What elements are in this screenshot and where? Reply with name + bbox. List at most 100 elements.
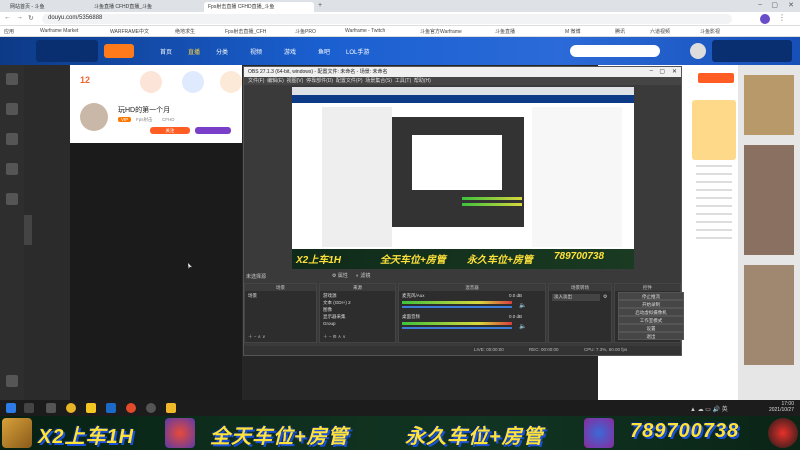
bookmark[interactable]: 斗鱼官方Warframe: [420, 28, 462, 35]
settings-icon[interactable]: [6, 375, 18, 387]
browser-tab[interactable]: 网站首页 - 斗鱼: [6, 2, 86, 12]
rank-icon[interactable]: [182, 71, 204, 93]
user-avatar[interactable]: [690, 43, 706, 59]
add-scene-button[interactable]: ＋ − ∧ ∨: [248, 334, 265, 340]
volume-slider[interactable]: [402, 306, 512, 308]
task-view-icon[interactable]: [46, 403, 56, 413]
obs-preview[interactable]: [292, 87, 634, 267]
nav-live[interactable]: 直播: [188, 47, 200, 56]
window-minimize-icon[interactable]: –: [758, 1, 762, 8]
bookmark[interactable]: 腾讯: [615, 28, 625, 35]
source-item[interactable]: 文本 (GDI+) 2: [323, 300, 351, 306]
properties-button[interactable]: ⚙ 属性: [332, 272, 348, 279]
nav-lol-mobile[interactable]: LOL手游: [346, 47, 369, 56]
scene-item[interactable]: 场景: [248, 293, 257, 299]
nav-video[interactable]: 视频: [250, 47, 262, 56]
start-icon[interactable]: [6, 403, 16, 413]
site-logo[interactable]: [104, 44, 134, 58]
studio-mode-button[interactable]: 工作室模式: [618, 316, 684, 324]
filters-button[interactable]: ◐ 滤镜: [356, 272, 370, 279]
bookmark[interactable]: Warframe Market: [40, 28, 78, 34]
app-icon[interactable]: [86, 403, 96, 413]
gift-icon[interactable]: [220, 71, 242, 93]
source-item[interactable]: 游戏源: [323, 293, 337, 299]
source-item[interactable]: 显示器采集: [323, 314, 346, 320]
system-tray-icons[interactable]: ▲ ☁ ▭ 🔊 英: [690, 404, 728, 413]
add-source-button[interactable]: ＋ − ⚙ ∧ ∨: [323, 334, 346, 340]
bookmark[interactable]: Fps射击直播_CFH: [225, 28, 266, 35]
home-icon[interactable]: [6, 73, 18, 85]
follow-button[interactable]: 关注: [150, 127, 190, 134]
back-icon[interactable]: ←: [4, 14, 11, 21]
bookmark[interactable]: 应用: [4, 28, 14, 35]
ad-image[interactable]: [744, 145, 794, 255]
nav-category[interactable]: 分类: [216, 47, 228, 56]
virtual-camera-button[interactable]: 启动虚拟摄像机: [618, 308, 684, 316]
obs-menu-item[interactable]: 帮助(H): [414, 78, 431, 84]
pc-client-button[interactable]: [698, 73, 734, 83]
obs-menu-item[interactable]: 工具(T): [395, 78, 411, 84]
bookmark[interactable]: Warframe - Twitch: [345, 28, 385, 34]
stop-streaming-button[interactable]: 停止推流: [618, 292, 684, 300]
avatar[interactable]: [760, 14, 770, 24]
exit-button[interactable]: 退出: [618, 332, 684, 340]
transition-gear-icon[interactable]: ⚙: [603, 294, 607, 300]
app-icon[interactable]: [166, 403, 176, 413]
obs-close-icon[interactable]: ✕: [672, 68, 677, 75]
event-banner[interactable]: [692, 100, 736, 160]
obs-menu-item[interactable]: 视图(V): [287, 78, 304, 84]
source-item[interactable]: 图像: [323, 307, 332, 313]
menu-icon[interactable]: ⋮: [778, 13, 786, 22]
obs-menu-item[interactable]: 场景集合(S): [365, 78, 392, 84]
category-icon[interactable]: [6, 133, 18, 145]
follow-icon[interactable]: [6, 103, 18, 115]
site-search-input[interactable]: [570, 45, 660, 57]
activity-icon[interactable]: [140, 71, 162, 93]
obs-minimize-icon[interactable]: –: [650, 68, 653, 74]
chrome-icon[interactable]: [66, 403, 76, 413]
new-tab-button[interactable]: +: [318, 2, 322, 9]
speaker-icon[interactable]: 🔈: [519, 323, 526, 330]
ad-image[interactable]: [744, 75, 794, 135]
bookmark[interactable]: M 微博: [565, 28, 581, 35]
bookmark[interactable]: 六道视频: [650, 28, 670, 35]
bookmark[interactable]: 斗鱼影视: [700, 28, 720, 35]
nav-home[interactable]: 首页: [160, 47, 172, 56]
reload-icon[interactable]: ↻: [28, 14, 34, 22]
ad-image[interactable]: [744, 265, 794, 365]
video-icon[interactable]: [6, 193, 18, 205]
bookmark[interactable]: 绝地求生: [175, 28, 195, 35]
site-promo-banner[interactable]: [36, 40, 98, 62]
streamer-avatar[interactable]: [80, 103, 108, 131]
search-icon[interactable]: [24, 403, 34, 413]
source-item[interactable]: Group: [323, 321, 336, 326]
forward-icon[interactable]: →: [16, 14, 23, 21]
obs-menu-item[interactable]: 停靠部件(D): [306, 78, 333, 84]
browser-tab-active[interactable]: Fps射击直播 CFHD直播_斗鱼: [204, 2, 314, 12]
bookmark[interactable]: WARFRAME中文: [110, 28, 149, 35]
obs-menu-item[interactable]: 文件(F): [248, 78, 264, 84]
url-input[interactable]: douyu.com/5356888: [42, 14, 732, 24]
volume-slider[interactable]: [402, 327, 512, 329]
game-icon[interactable]: [6, 163, 18, 175]
nav-game[interactable]: 游戏: [284, 47, 296, 56]
window-maximize-icon[interactable]: ▢: [771, 1, 778, 9]
rail-collapse-handle[interactable]: [24, 215, 32, 245]
clock[interactable]: 17:00 2021/10/27: [769, 401, 794, 413]
app-icon[interactable]: [106, 403, 116, 413]
header-ad-banner[interactable]: [712, 40, 792, 62]
obs-menu-item[interactable]: 编辑(E): [267, 78, 284, 84]
obs-menu-item[interactable]: 配置文件(P): [336, 78, 363, 84]
nav-fishbar[interactable]: 鱼吧: [318, 47, 330, 56]
app-icon[interactable]: [126, 403, 136, 413]
bookmark[interactable]: 斗鱼直播: [495, 28, 515, 35]
obs-maximize-icon[interactable]: ▢: [659, 68, 665, 75]
settings-button[interactable]: 设置: [618, 324, 684, 332]
speaker-icon[interactable]: 🔈: [519, 302, 526, 309]
obs-icon[interactable]: [146, 403, 156, 413]
browser-tab[interactable]: 斗鱼直播 CFHD直播_斗鱼: [90, 2, 200, 12]
transition-select[interactable]: 淡入淡出: [552, 294, 600, 301]
start-recording-button[interactable]: 开始录制: [618, 300, 684, 308]
window-close-icon[interactable]: ✕: [788, 1, 794, 9]
fan-badge-button[interactable]: [195, 127, 231, 134]
